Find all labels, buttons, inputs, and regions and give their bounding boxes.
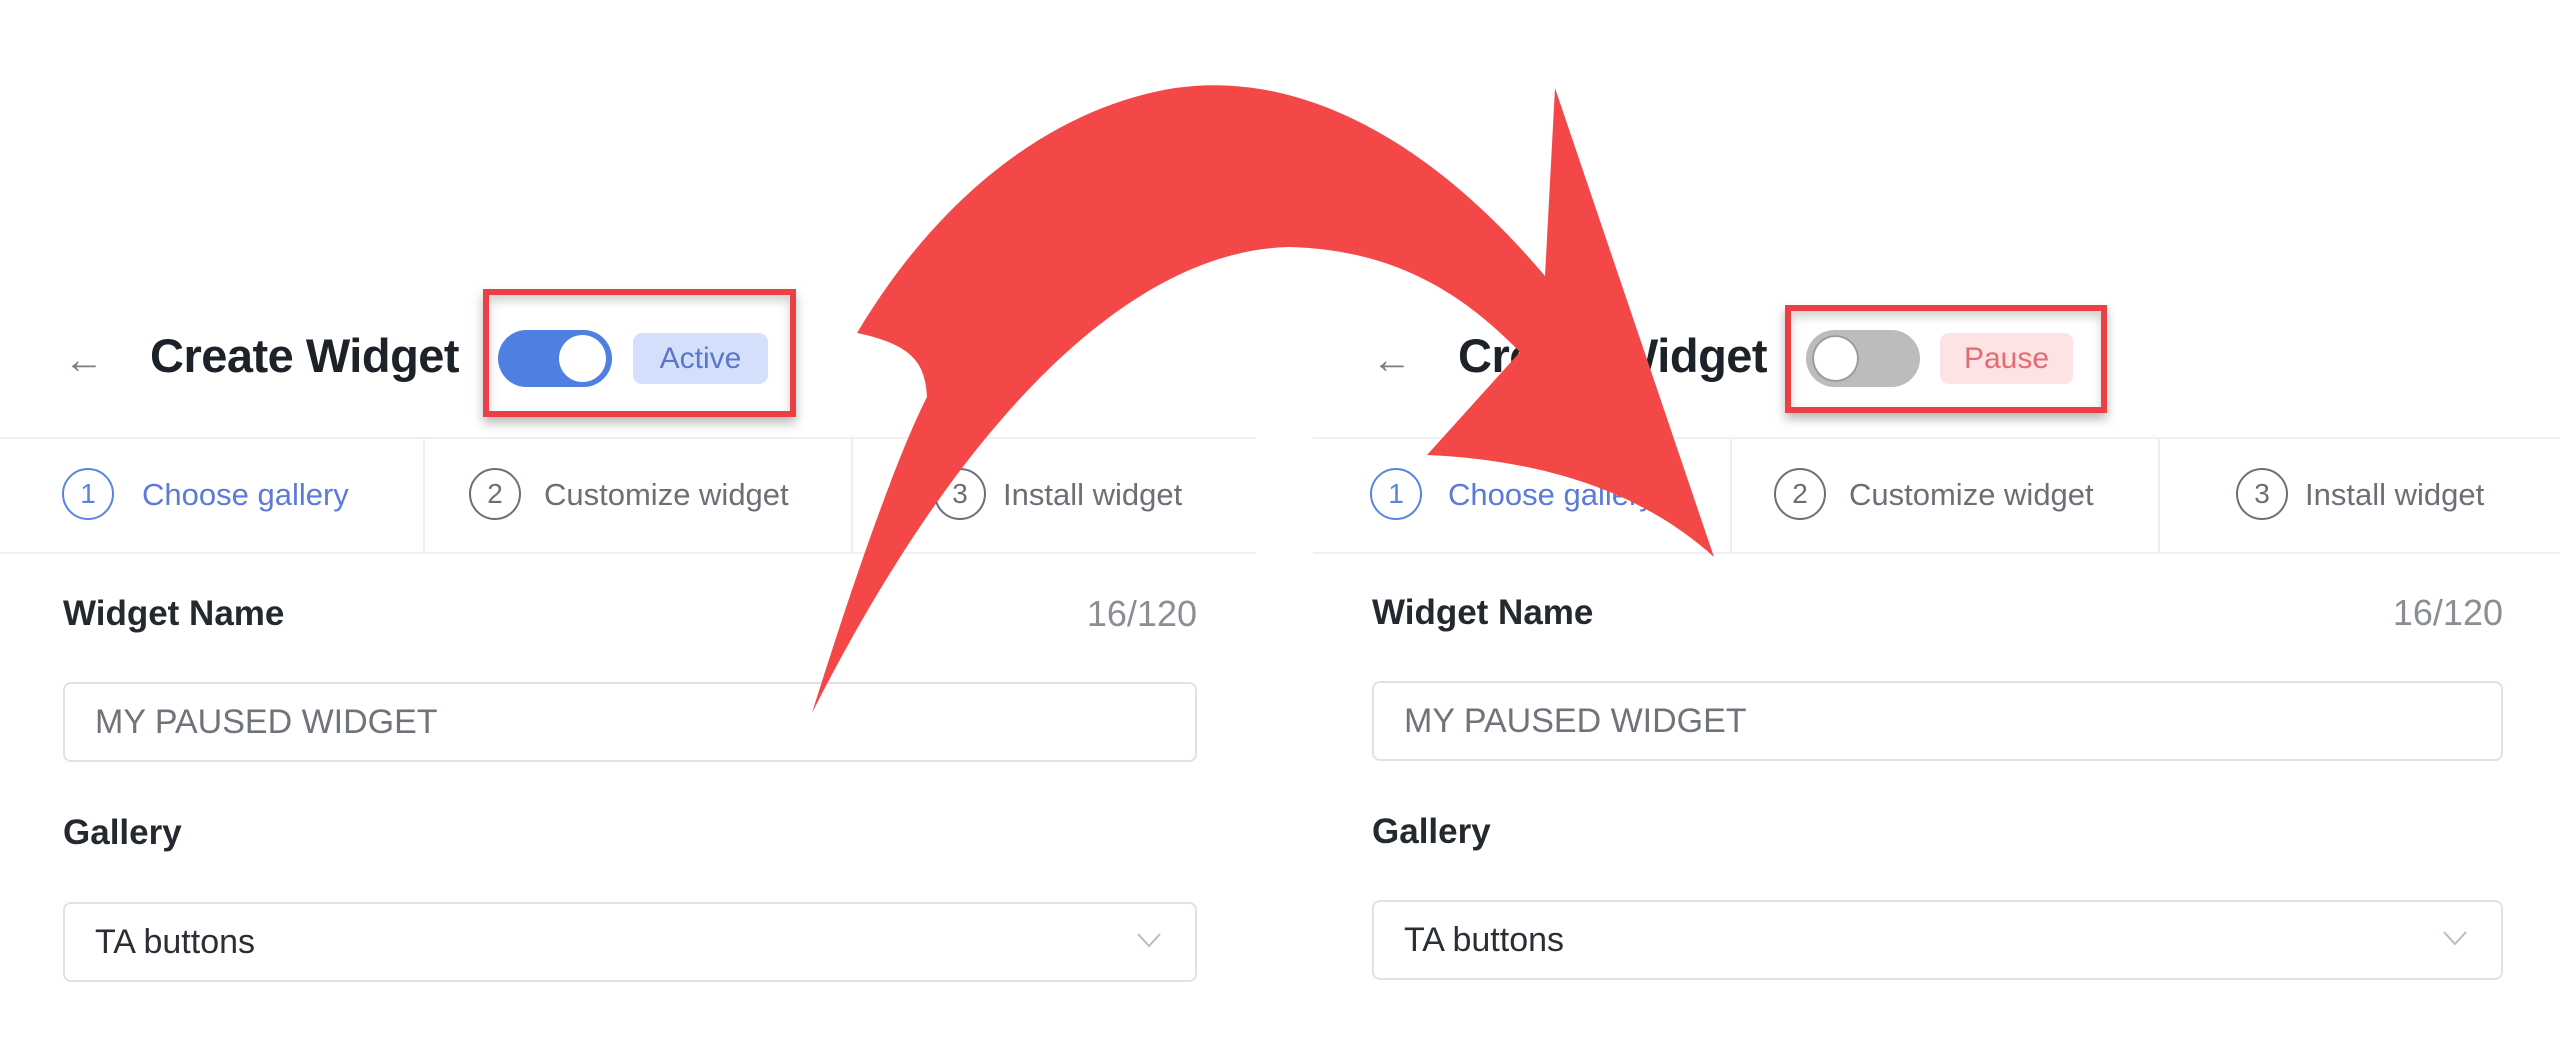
- status-toggle[interactable]: [498, 330, 612, 387]
- step-label: Choose gallery: [1448, 477, 1655, 512]
- widget-name-input[interactable]: MY PAUSED WIDGET: [63, 682, 1197, 762]
- page-title: Create Widget: [1458, 329, 1768, 382]
- step-number-badge: 1: [1370, 468, 1422, 520]
- step-number-badge: 2: [469, 468, 521, 520]
- step-label: Customize widget: [544, 477, 789, 512]
- widget-name-label: Widget Name: [1372, 593, 1594, 632]
- panel-after-paused: ← Create Widget Pause 1 Choose gallery 2…: [1313, 0, 2560, 1051]
- step-install-widget[interactable]: 3 Install widget: [2160, 439, 2560, 552]
- step-choose-gallery[interactable]: 1 Choose gallery: [1313, 439, 1731, 552]
- step-label: Install widget: [2305, 477, 2485, 512]
- widget-name-label: Widget Name: [63, 594, 285, 633]
- step-choose-gallery[interactable]: 1 Choose gallery: [0, 439, 424, 552]
- step-customize-widget[interactable]: 2 Customize widget: [425, 439, 851, 552]
- status-badge: Active: [633, 333, 768, 384]
- panel-before-active: ← Create Widget Active 1 Choose gallery …: [0, 0, 1256, 1051]
- stepper: 1 Choose gallery 2 Customize widget 3 In…: [1313, 437, 2560, 554]
- gallery-select[interactable]: TA buttons: [1372, 900, 2503, 980]
- status-toggle[interactable]: [1806, 330, 1920, 387]
- step-install-widget[interactable]: 3 Install widget: [853, 439, 1256, 552]
- status-badge: Pause: [1940, 333, 2073, 384]
- gallery-select-value: TA buttons: [1404, 921, 1565, 959]
- character-counter: 16/120: [1086, 593, 1197, 634]
- widget-name-input[interactable]: MY PAUSED WIDGET: [1372, 681, 2503, 761]
- chevron-down-icon: [2443, 931, 2467, 946]
- step-label: Choose gallery: [142, 477, 349, 512]
- toggle-knob: [559, 335, 606, 382]
- step-label: Customize widget: [1849, 477, 2094, 512]
- step-number-badge: 2: [1774, 468, 1826, 520]
- character-counter: 16/120: [2392, 592, 2503, 633]
- step-customize-widget[interactable]: 2 Customize widget: [1732, 439, 2158, 552]
- stepper: 1 Choose gallery 2 Customize widget 3 In…: [0, 437, 1256, 554]
- back-arrow-icon[interactable]: ←: [64, 338, 104, 382]
- gallery-label: Gallery: [63, 813, 182, 852]
- step-number-badge: 1: [62, 468, 114, 520]
- step-number-badge: 3: [934, 468, 986, 520]
- step-number-badge: 3: [2236, 468, 2288, 520]
- toggle-knob: [1812, 335, 1859, 382]
- gallery-select[interactable]: TA buttons: [63, 902, 1197, 982]
- page-title: Create Widget: [150, 329, 460, 382]
- chevron-down-icon: [1137, 933, 1161, 948]
- step-label: Install widget: [1003, 477, 1183, 512]
- gallery-select-value: TA buttons: [95, 923, 256, 961]
- back-arrow-icon[interactable]: ←: [1372, 338, 1412, 382]
- gallery-label: Gallery: [1372, 812, 1491, 851]
